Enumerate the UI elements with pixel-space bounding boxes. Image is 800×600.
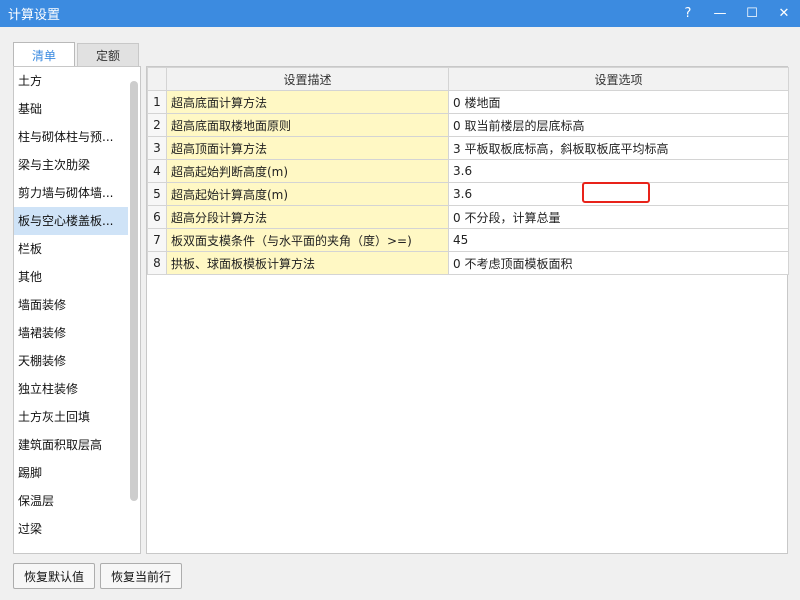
sidebar-item[interactable]: 墙裙装修 (14, 319, 128, 347)
setting-option[interactable]: 3.6 (448, 182, 789, 206)
setting-option[interactable]: 45 (448, 228, 789, 252)
sidebar-item[interactable]: 栏板 (14, 235, 128, 263)
sidebar-item[interactable]: 剪力墙与砌体墙... (14, 179, 128, 207)
setting-option[interactable]: 3 平板取板底标高，斜板取板底平均标高 (448, 136, 789, 160)
setting-option[interactable]: 0 取当前楼层的层底标高 (448, 113, 789, 137)
sidebar-item[interactable]: 过梁 (14, 515, 128, 543)
setting-description: 拱板、球面板模板计算方法 (166, 251, 449, 275)
sidebar-item[interactable]: 保温层 (14, 487, 128, 515)
sidebar-item[interactable]: 柱与砌体柱与预... (14, 123, 128, 151)
title-bar: 计算设置 ? — ☐ ✕ (0, 0, 800, 27)
setting-option[interactable]: 0 不考虑顶面模板面积 (448, 251, 789, 275)
row-number: 2 (147, 113, 167, 137)
sidebar-item[interactable]: 其他 (14, 263, 128, 291)
row-number: 6 (147, 205, 167, 229)
settings-table-body: 1 超高底面计算方法 0 楼地面 2 超高底面取楼地面原则 0 取当前楼层的层底标高 3 超高… (147, 90, 789, 275)
row-number: 1 (147, 90, 167, 114)
sidebar-item[interactable]: 土方 (14, 67, 128, 95)
close-button[interactable]: ✕ (768, 0, 800, 27)
setting-description: 超高分段计算方法 (166, 205, 449, 229)
sidebar-item[interactable]: 天棚装修 (14, 347, 128, 375)
table-row[interactable]: 6 超高分段计算方法 0 不分段，计算总量 (147, 205, 789, 229)
maximize-button[interactable]: ☐ (736, 0, 768, 27)
sidebar-item[interactable]: 建筑面积取层高 (14, 431, 128, 459)
restore-current-row-button[interactable]: 恢复当前行 (100, 563, 183, 589)
sidebar-item[interactable]: 梁与主次肋梁 (14, 151, 128, 179)
column-header-number (147, 67, 167, 91)
table-row[interactable]: 4 超高起始判断高度(m) 3.6 (147, 159, 789, 183)
category-list-scrollbar[interactable] (130, 81, 138, 501)
sidebar-item[interactable]: 独立柱装修 (14, 375, 128, 403)
tab-qingdan[interactable]: 清单 (13, 42, 76, 67)
tab-dinge[interactable]: 定额 (77, 43, 140, 67)
table-row[interactable]: 5 超高起始计算高度(m) 3.6 (147, 182, 789, 206)
table-row[interactable]: 8 拱板、球面板模板计算方法 0 不考虑顶面模板面积 (147, 251, 789, 275)
minimize-button[interactable]: — (704, 0, 736, 27)
category-list-items: 土方 基础 柱与砌体柱与预... 梁与主次肋梁 剪力墙与砌体墙... 板与空心楼盖板...… (14, 67, 128, 543)
setting-description: 超高起始计算高度(m) (166, 182, 449, 206)
row-number: 3 (147, 136, 167, 160)
row-number: 7 (147, 228, 167, 252)
settings-table: 设置描述 设置选项 1 超高底面计算方法 0 楼地面 2 超高底面取楼地面原则 0 取当前… (147, 67, 789, 275)
setting-description: 超高顶面计算方法 (166, 136, 449, 160)
setting-description: 超高起始判断高度(m) (166, 159, 449, 183)
row-number: 8 (147, 251, 167, 275)
setting-description: 超高底面取楼地面原则 (166, 113, 449, 137)
column-header-option: 设置选项 (448, 67, 789, 91)
sidebar-item[interactable]: 基础 (14, 95, 128, 123)
setting-description: 超高底面计算方法 (166, 90, 449, 114)
help-button[interactable]: ? (672, 0, 704, 27)
row-number: 4 (147, 159, 167, 183)
sidebar-item[interactable]: 板与空心楼盖板... (14, 207, 128, 235)
row-number: 5 (147, 182, 167, 206)
column-header-description: 设置描述 (166, 67, 449, 91)
table-row[interactable]: 2 超高底面取楼地面原则 0 取当前楼层的层底标高 (147, 113, 789, 137)
table-row[interactable]: 3 超高顶面计算方法 3 平板取板底标高，斜板取板底平均标高 (147, 136, 789, 160)
table-row[interactable]: 7 板双面支模条件（与水平面的夹角（度）>=) 45 (147, 228, 789, 252)
setting-option[interactable]: 0 楼地面 (448, 90, 789, 114)
sidebar-item[interactable]: 墙面装修 (14, 291, 128, 319)
table-row[interactable]: 1 超高底面计算方法 0 楼地面 (147, 90, 789, 114)
sidebar-item[interactable]: 踢脚 (14, 459, 128, 487)
tab-strip: 清单 定额 (13, 42, 141, 67)
bottom-button-bar: 恢复默认值 恢复当前行 (13, 563, 187, 589)
window-title: 计算设置 (8, 8, 61, 23)
settings-grid: 设置描述 设置选项 1 超高底面计算方法 0 楼地面 2 超高底面取楼地面原则 0 取当前… (146, 66, 789, 554)
sidebar-item[interactable]: 土方灰土回填 (14, 403, 128, 431)
category-list: 土方 基础 柱与砌体柱与预... 梁与主次肋梁 剪力墙与砌体墙... 板与空心楼盖板...… (13, 66, 141, 554)
setting-description: 板双面支模条件（与水平面的夹角（度）>=) (166, 228, 449, 252)
setting-option[interactable]: 0 不分段，计算总量 (448, 205, 789, 229)
restore-default-button[interactable]: 恢复默认值 (13, 563, 96, 589)
setting-option[interactable]: 3.6 (448, 159, 789, 183)
